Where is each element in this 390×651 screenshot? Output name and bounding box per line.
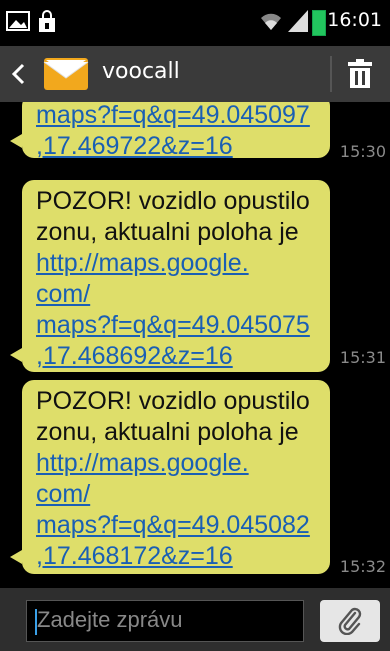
message-link[interactable]: ,17.468172&z=16	[36, 541, 320, 572]
signal-icon	[288, 10, 308, 32]
message-bubble[interactable]: POZOR! vozidlo opustilo zonu, aktualni p…	[10, 180, 330, 372]
message-link[interactable]: http://maps.google.	[36, 448, 320, 479]
header-divider	[330, 56, 332, 92]
message-link[interactable]: http://maps.google.	[36, 248, 320, 279]
message-bubble[interactable]: POZOR! vozidlo opustilo zonu, aktualni p…	[10, 380, 330, 574]
message-link[interactable]: com/	[36, 479, 320, 510]
wifi-icon	[261, 13, 281, 30]
message-text: POZOR! vozidlo opustilo	[36, 387, 310, 415]
trash-icon[interactable]	[346, 58, 374, 90]
bubble-tail	[10, 134, 22, 148]
envelope-icon	[43, 58, 89, 90]
bubble-tail	[10, 550, 22, 564]
message-text: zonu, aktualni poloha je	[36, 218, 299, 246]
message-link[interactable]: maps?f=q&q=49.045075	[36, 310, 320, 341]
message-link[interactable]: ,17.469722&z=16	[36, 131, 320, 162]
message-link[interactable]: ,17.468692&z=16	[36, 341, 320, 372]
message-link[interactable]: maps?f=q&q=49.045097	[36, 102, 320, 131]
message-bubble[interactable]: maps?f=q&q=49.045097 ,17.469722&z=16	[10, 102, 330, 160]
battery-icon	[312, 10, 326, 36]
message-input[interactable]: Zadejte zprávu	[26, 600, 304, 642]
paperclip-icon	[338, 607, 362, 635]
message-text: zonu, aktualni poloha je	[36, 418, 299, 446]
message-time: 15:31	[339, 348, 386, 367]
message-link[interactable]: com/	[36, 279, 320, 310]
message-list[interactable]: maps?f=q&q=49.045097 ,17.469722&z=16 15:…	[0, 102, 390, 588]
attach-button[interactable]	[320, 600, 380, 642]
conversation-title[interactable]: voocall	[102, 59, 180, 84]
message-link[interactable]: maps?f=q&q=49.045082	[36, 510, 320, 541]
back-icon[interactable]	[10, 62, 26, 86]
message-input-placeholder: Zadejte zprávu	[37, 607, 183, 632]
bag-icon	[39, 10, 55, 32]
image-icon	[6, 11, 30, 31]
text-cursor	[35, 609, 37, 635]
status-bar: 16:01	[0, 0, 390, 46]
message-time: 15:30	[339, 142, 386, 161]
composer-bar: Zadejte zprávu	[0, 588, 390, 651]
status-time: 16:01	[327, 9, 382, 31]
message-time: 15:32	[339, 557, 386, 576]
message-text: POZOR! vozidlo opustilo	[36, 187, 310, 215]
conversation-header: voocall	[0, 46, 390, 102]
bubble-tail	[10, 348, 22, 362]
